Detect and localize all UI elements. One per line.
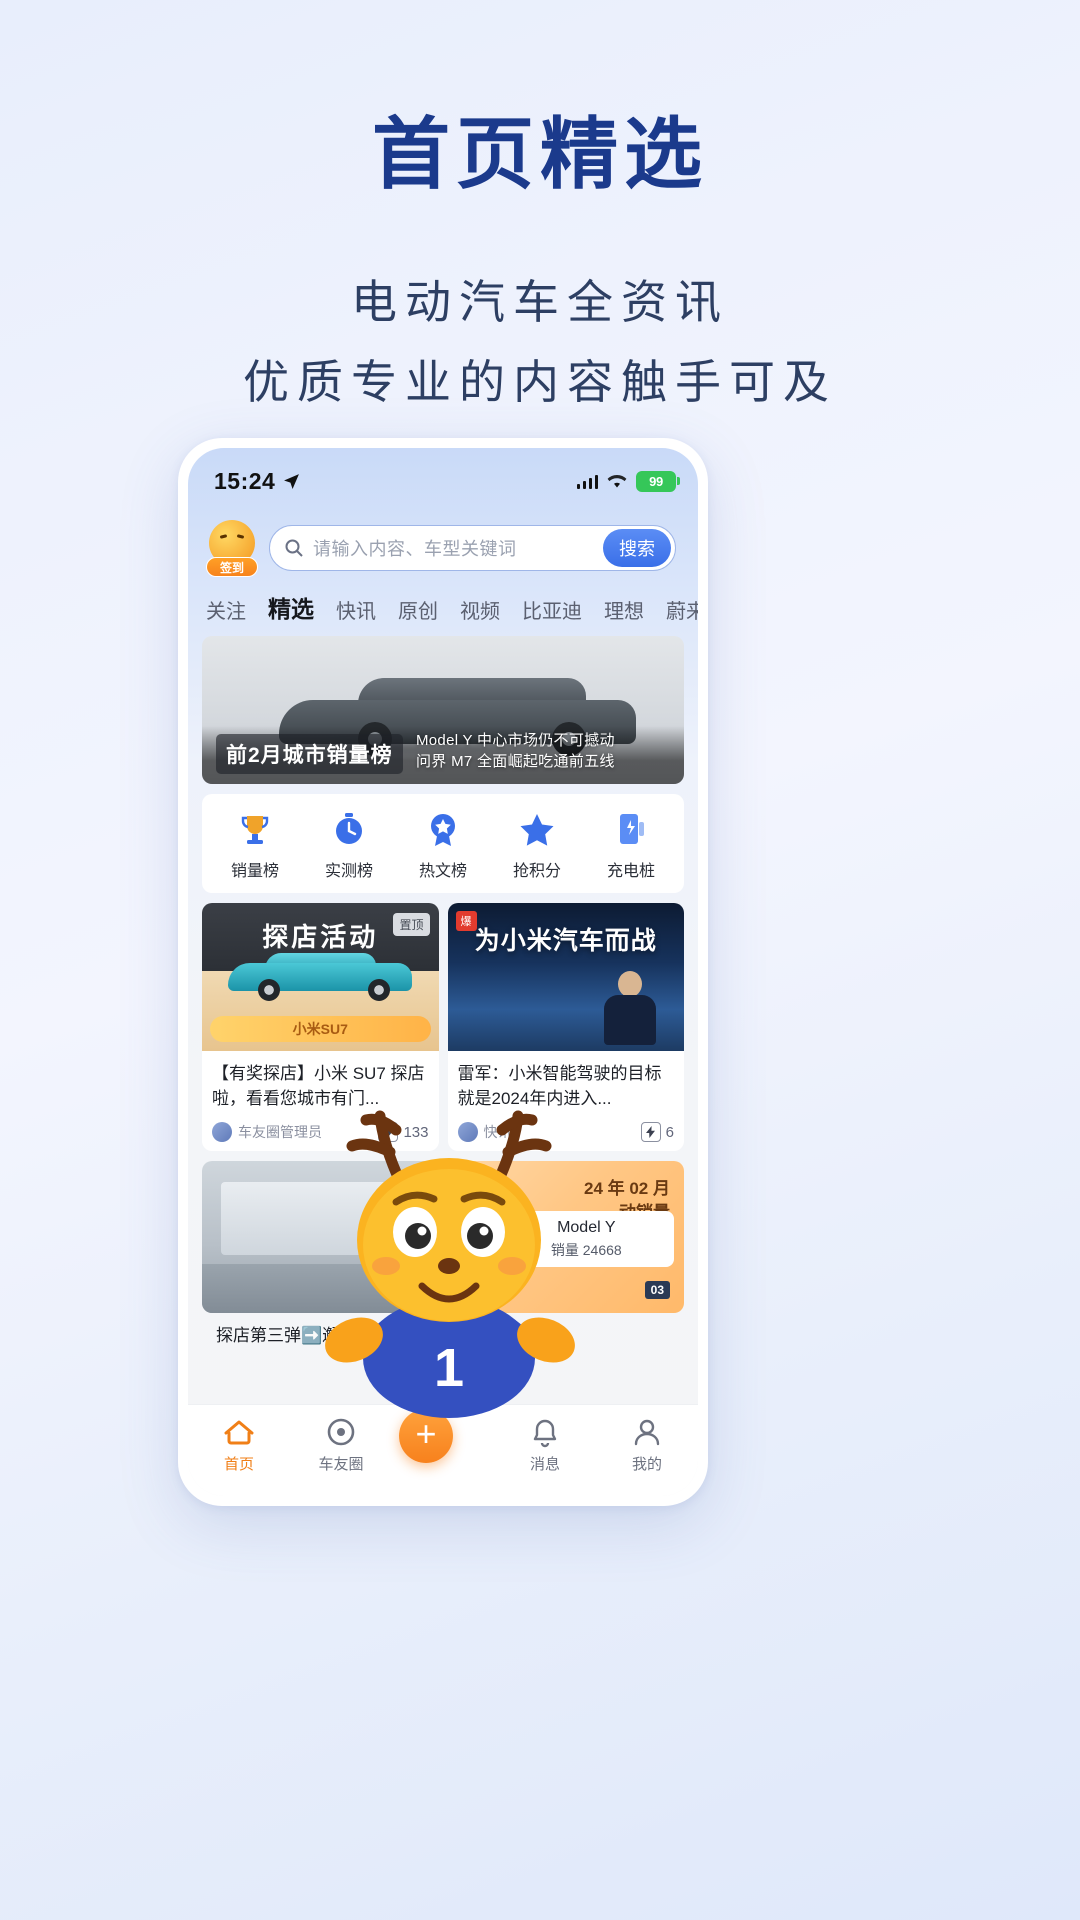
stopwatch-icon: [328, 808, 370, 850]
bell-icon: [528, 1415, 562, 1449]
search-icon: [285, 539, 303, 557]
subtitle-line-2: 优质专业的内容触手可及: [243, 356, 837, 408]
tab-biyadi[interactable]: 比亚迪: [522, 595, 582, 624]
subtitle-line-1: 电动汽车全资讯: [351, 276, 729, 328]
nav-label: 我的: [631, 1456, 662, 1473]
badge-star-icon: [422, 808, 464, 850]
tab-kuaixun[interactable]: 快讯: [336, 595, 376, 624]
tab-guanzhu[interactable]: 关注: [206, 595, 246, 624]
battery-icon: 99: [636, 470, 680, 492]
battery-level: 99: [649, 473, 663, 489]
nav-item-messages[interactable]: 消息: [501, 1415, 589, 1474]
tab-jingxuan[interactable]: 精选: [268, 590, 314, 624]
quick-entry-sales-rank[interactable]: 销量榜: [214, 808, 296, 881]
card-image: 爆 为小米汽车而战: [447, 903, 684, 1051]
checkin-label: 签到: [206, 557, 258, 577]
mascot-deer: 1: [325, 1110, 575, 1418]
star-icon: [516, 808, 558, 850]
trophy-icon: [234, 808, 276, 850]
quick-entry-label: 销量榜: [230, 863, 279, 880]
card-image-strip: 小米SU7: [210, 1016, 431, 1042]
nav-label: 消息: [529, 1456, 560, 1473]
person-icon: [630, 1415, 664, 1449]
card-count-value: 6: [665, 1123, 674, 1141]
hero-line-2: 问界 M7 全面崛起吃通前五线: [416, 753, 615, 770]
quick-entry-test-rank[interactable]: 实测榜: [308, 808, 390, 881]
hero-line-1: Model Y 中心市场仍不可撼动: [416, 732, 615, 749]
wifi-icon: [607, 474, 627, 487]
circle-icon: [324, 1415, 358, 1449]
card-author: 车友圈管理员: [212, 1122, 322, 1142]
search-row: 签到 请输入内容、车型关键词 搜索: [188, 502, 698, 577]
category-tabs[interactable]: 关注 精选 快讯 原创 视频 比亚迪 理想 蔚来 小鹏: [188, 576, 698, 624]
nav-item-add[interactable]: +: [399, 1409, 487, 1463]
tab-yuanchuang[interactable]: 原创: [398, 595, 438, 624]
avatar: [212, 1122, 232, 1142]
svg-text:1: 1: [434, 1338, 464, 1398]
quick-entry-points[interactable]: 抢积分: [496, 808, 578, 881]
hero-text: Model Y 中心市场仍不可撼动 问界 M7 全面崛起吃通前五线: [416, 730, 674, 772]
status-bar-right: 99: [576, 470, 680, 492]
pin-badge: 置顶: [393, 913, 430, 936]
search-button[interactable]: 搜索: [603, 529, 671, 567]
quick-entry-label: 实测榜: [324, 863, 373, 880]
tab-weilai[interactable]: 蔚来: [666, 595, 698, 624]
tab-shipin[interactable]: 视频: [460, 595, 500, 624]
nav-item-home[interactable]: 首页: [195, 1415, 283, 1474]
location-arrow-icon: [284, 473, 300, 489]
card-image-title: 为小米汽车而战: [474, 927, 657, 955]
status-time: 15:24: [214, 467, 276, 494]
charging-pile-icon: [610, 808, 652, 850]
rank-badge: 03: [644, 1281, 670, 1299]
nav-item-profile[interactable]: 我的: [603, 1415, 691, 1474]
card-image: 探店活动 置顶 小米SU7: [202, 903, 439, 1051]
signal-bars-icon: [576, 474, 598, 489]
nav-item-circle[interactable]: 车友圈: [297, 1415, 385, 1474]
quick-entry-hot-articles[interactable]: 热文榜: [402, 808, 484, 881]
hero-tag: 前2月城市销量榜: [216, 734, 403, 774]
quick-entries: 销量榜 实测榜 热文榜 抢积分 充电桩: [202, 794, 684, 893]
quick-entry-charging[interactable]: 充电桩: [590, 808, 672, 881]
quick-entry-label: 热文榜: [418, 863, 467, 880]
nav-label: 首页: [223, 1456, 254, 1473]
status-bar: 15:24 99: [188, 448, 698, 502]
status-bar-left: 15:24: [214, 468, 300, 495]
lightning-icon: [640, 1122, 661, 1142]
search-input[interactable]: 请输入内容、车型关键词 搜索: [269, 525, 676, 571]
person-figure: [602, 971, 658, 1045]
card-car-image: [228, 949, 413, 1001]
card-count: 6: [640, 1122, 674, 1142]
quick-entry-label: 充电桩: [606, 863, 655, 880]
home-icon: [222, 1415, 256, 1449]
search-placeholder: 请输入内容、车型关键词: [313, 539, 517, 559]
promo-header: 首页精选 电动汽车全资讯 优质专业的内容触手可及: [0, 0, 1080, 412]
page-title: 首页精选: [371, 110, 708, 198]
hero-banner[interactable]: 前2月城市销量榜 Model Y 中心市场仍不可撼动 问界 M7 全面崛起吃通前…: [202, 636, 684, 784]
quick-entry-label: 抢积分: [512, 863, 561, 880]
checkin-button[interactable]: 签到: [206, 520, 258, 577]
tab-lixiang[interactable]: 理想: [604, 595, 644, 624]
nav-label: 车友圈: [318, 1456, 364, 1473]
